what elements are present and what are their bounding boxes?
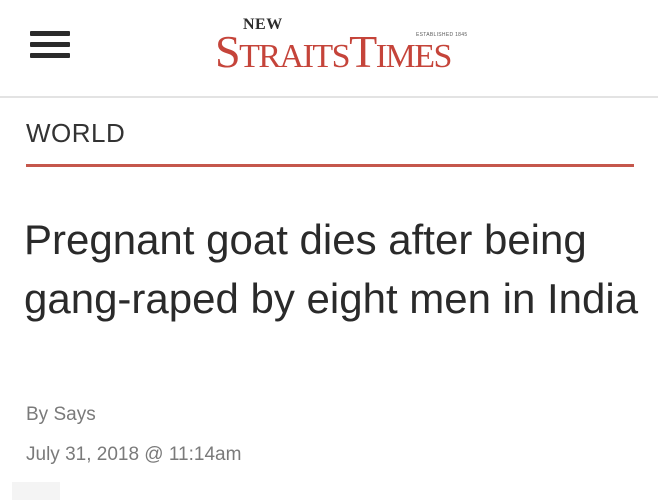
hamburger-menu-icon[interactable] <box>30 30 70 60</box>
article-image-edge <box>12 482 60 500</box>
article-byline: By Says <box>26 404 96 425</box>
section-label[interactable]: WORLD <box>26 118 125 149</box>
article-page: NEW ESTABLISHED 1845 STRAITSTIMES WORLD … <box>0 0 658 500</box>
logo-wordmark: STRAITSTIMES <box>215 26 452 77</box>
site-logo[interactable]: NEW ESTABLISHED 1845 STRAITSTIMES <box>213 12 503 78</box>
section-divider <box>26 164 634 167</box>
site-header: NEW ESTABLISHED 1845 STRAITSTIMES <box>0 0 658 98</box>
article-headline: Pregnant goat dies after being gang-rape… <box>24 216 639 322</box>
article-date: July 31, 2018 @ 11:14am <box>26 444 242 465</box>
